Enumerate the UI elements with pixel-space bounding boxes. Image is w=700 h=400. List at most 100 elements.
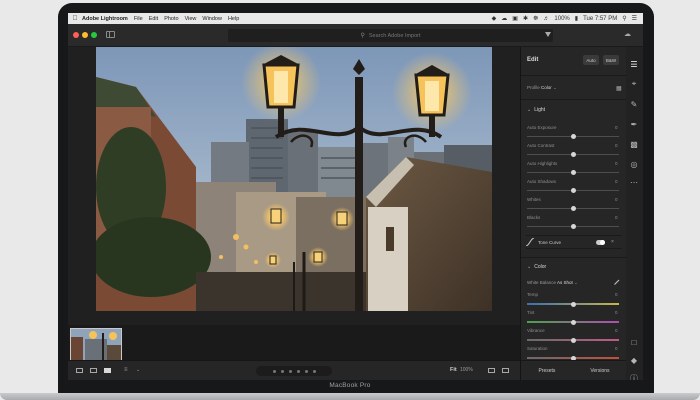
menu-help[interactable]: Help <box>228 16 239 22</box>
compare-view-icon[interactable] <box>488 368 495 373</box>
temp-gradient-track[interactable] <box>527 301 619 307</box>
white-balance-dropdown[interactable]: White Balance As Shot ⌄ <box>527 280 578 286</box>
profile-browser-icon[interactable]: ▦ <box>616 85 622 92</box>
close-icon[interactable]: × <box>611 239 614 245</box>
auto-button[interactable]: Auto <box>583 55 599 65</box>
photo-canvas <box>68 47 520 325</box>
star-rating-5-icon[interactable] <box>304 369 308 373</box>
menu-edit[interactable]: Edit <box>149 16 158 22</box>
saturation-gradient-track[interactable] <box>527 355 619 361</box>
slider-value[interactable]: 0 <box>615 346 618 351</box>
slider-value[interactable]: 0 <box>615 310 618 315</box>
volume-icon[interactable]: ♬ <box>543 16 549 22</box>
filmstrip-thumbnail[interactable] <box>70 328 122 361</box>
menu-app-name[interactable]: Adobe Lightroom <box>82 16 128 22</box>
square-grid-icon[interactable] <box>90 368 97 373</box>
apple-logo-icon[interactable]:  <box>68 15 82 22</box>
close-window-button[interactable] <box>73 32 79 38</box>
info-icon[interactable]: ⓘ <box>629 373 639 381</box>
profile-dropdown[interactable]: Profile Color ⌄ <box>527 85 557 91</box>
slider-track[interactable] <box>527 134 619 139</box>
grid-view-icon[interactable] <box>76 368 83 373</box>
menu-window[interactable]: Window <box>202 16 222 22</box>
slider-value[interactable]: 0 <box>615 292 618 297</box>
edit-panel-title: Edit <box>527 57 539 63</box>
menu-file[interactable]: File <box>134 16 143 22</box>
dropbox-icon[interactable]: ◆ <box>492 15 497 22</box>
wifi-icon[interactable]: ☸ <box>533 15 538 22</box>
thumbnail-image <box>71 329 121 360</box>
slider-track[interactable] <box>527 188 619 193</box>
tone-curve-row[interactable]: Tone Curve × <box>526 235 622 249</box>
sort-icon[interactable]: ≡ <box>124 367 128 373</box>
clock-text[interactable]: Tue 7:57 PM <box>583 16 617 22</box>
versions-button[interactable]: Versions <box>590 368 609 374</box>
cloud-sync-icon[interactable]: ☁ <box>624 30 631 38</box>
detail-view-icon[interactable] <box>104 368 111 373</box>
main-photo[interactable] <box>96 47 492 311</box>
spotlight-icon[interactable]: ⚲ <box>622 15 626 22</box>
linear-gradient-icon[interactable]: ▩ <box>629 139 639 149</box>
slider-thumb[interactable] <box>570 337 576 343</box>
fit-zoom-button[interactable]: Fit <box>450 367 457 373</box>
presets-button[interactable]: Presets <box>538 368 555 374</box>
slider-thumb[interactable] <box>570 134 576 139</box>
slider-track[interactable] <box>527 224 619 229</box>
rating-flag-bar[interactable] <box>256 366 332 376</box>
slider-value[interactable]: 0 <box>615 143 618 148</box>
star-rating-2-icon[interactable] <box>280 369 284 373</box>
brush-icon[interactable]: ✒ <box>629 119 639 129</box>
bw-button[interactable]: B&W <box>603 55 619 65</box>
filter-icon[interactable] <box>545 32 551 37</box>
bluetooth-icon[interactable]: ✱ <box>523 15 528 22</box>
flag-icon[interactable] <box>312 369 316 373</box>
slider-thumb[interactable] <box>570 206 576 211</box>
slider-value[interactable]: 0 <box>615 179 618 184</box>
slider-thumb[interactable] <box>570 301 576 307</box>
sort-chevron-icon[interactable]: ⌄ <box>136 367 140 373</box>
slider-thumb[interactable] <box>570 170 576 175</box>
eyedropper-icon[interactable] <box>614 279 620 285</box>
slider-thumb[interactable] <box>570 152 576 157</box>
cloud-status-icon[interactable]: ☁ <box>501 15 507 22</box>
color-section-header[interactable]: ⌄ Color <box>527 264 546 270</box>
star-rating-4-icon[interactable] <box>296 369 300 373</box>
light-section-header[interactable]: ⌄ Light <box>527 107 545 113</box>
slider-value[interactable]: 0 <box>615 197 618 202</box>
sidebar-toggle-icon[interactable] <box>106 31 115 38</box>
menu-view[interactable]: View <box>185 16 197 22</box>
menu-photo[interactable]: Photo <box>164 16 178 22</box>
edit-sliders-icon[interactable]: ☰ <box>629 59 639 69</box>
slider-value[interactable]: 0 <box>615 328 618 333</box>
search-input[interactable]: ⚲ Search Adobe Import <box>228 29 553 42</box>
slider-value[interactable]: 0 <box>615 215 618 220</box>
slider-track[interactable] <box>527 170 619 175</box>
healing-brush-icon[interactable]: ✎ <box>629 99 639 109</box>
slider-track[interactable] <box>527 206 619 211</box>
slider-thumb[interactable] <box>570 224 576 229</box>
slider-value[interactable]: 0 <box>615 125 618 130</box>
battery-text[interactable]: 100% <box>554 16 569 22</box>
tone-curve-toggle[interactable] <box>596 240 605 245</box>
notification-center-icon[interactable]: ☰ <box>632 15 637 22</box>
white-balance-value: As Shot <box>557 280 573 285</box>
zoom-level-button[interactable]: 100% <box>460 367 473 373</box>
tag-icon[interactable]: ◆ <box>629 355 639 365</box>
crop-icon[interactable]: ⌖ <box>629 79 639 89</box>
zoom-window-button[interactable] <box>91 32 97 38</box>
comment-icon[interactable]: □ <box>629 337 639 347</box>
slider-thumb[interactable] <box>570 188 576 193</box>
slider-value[interactable]: 0 <box>615 161 618 166</box>
slider-track[interactable] <box>527 152 619 157</box>
radial-gradient-icon[interactable]: ◎ <box>629 159 639 169</box>
display-icon[interactable]: ▣ <box>512 15 518 22</box>
slider-thumb[interactable] <box>570 319 576 325</box>
more-icon[interactable]: ⋯ <box>629 177 639 187</box>
vibrance-gradient-track[interactable] <box>527 337 619 343</box>
minimize-window-button[interactable] <box>82 32 88 38</box>
tint-gradient-track[interactable] <box>527 319 619 325</box>
star-rating-3-icon[interactable] <box>288 369 292 373</box>
star-rating-1-icon[interactable] <box>272 369 276 373</box>
before-after-icon[interactable] <box>502 368 509 373</box>
chevron-down-icon: ⌄ <box>527 107 532 113</box>
